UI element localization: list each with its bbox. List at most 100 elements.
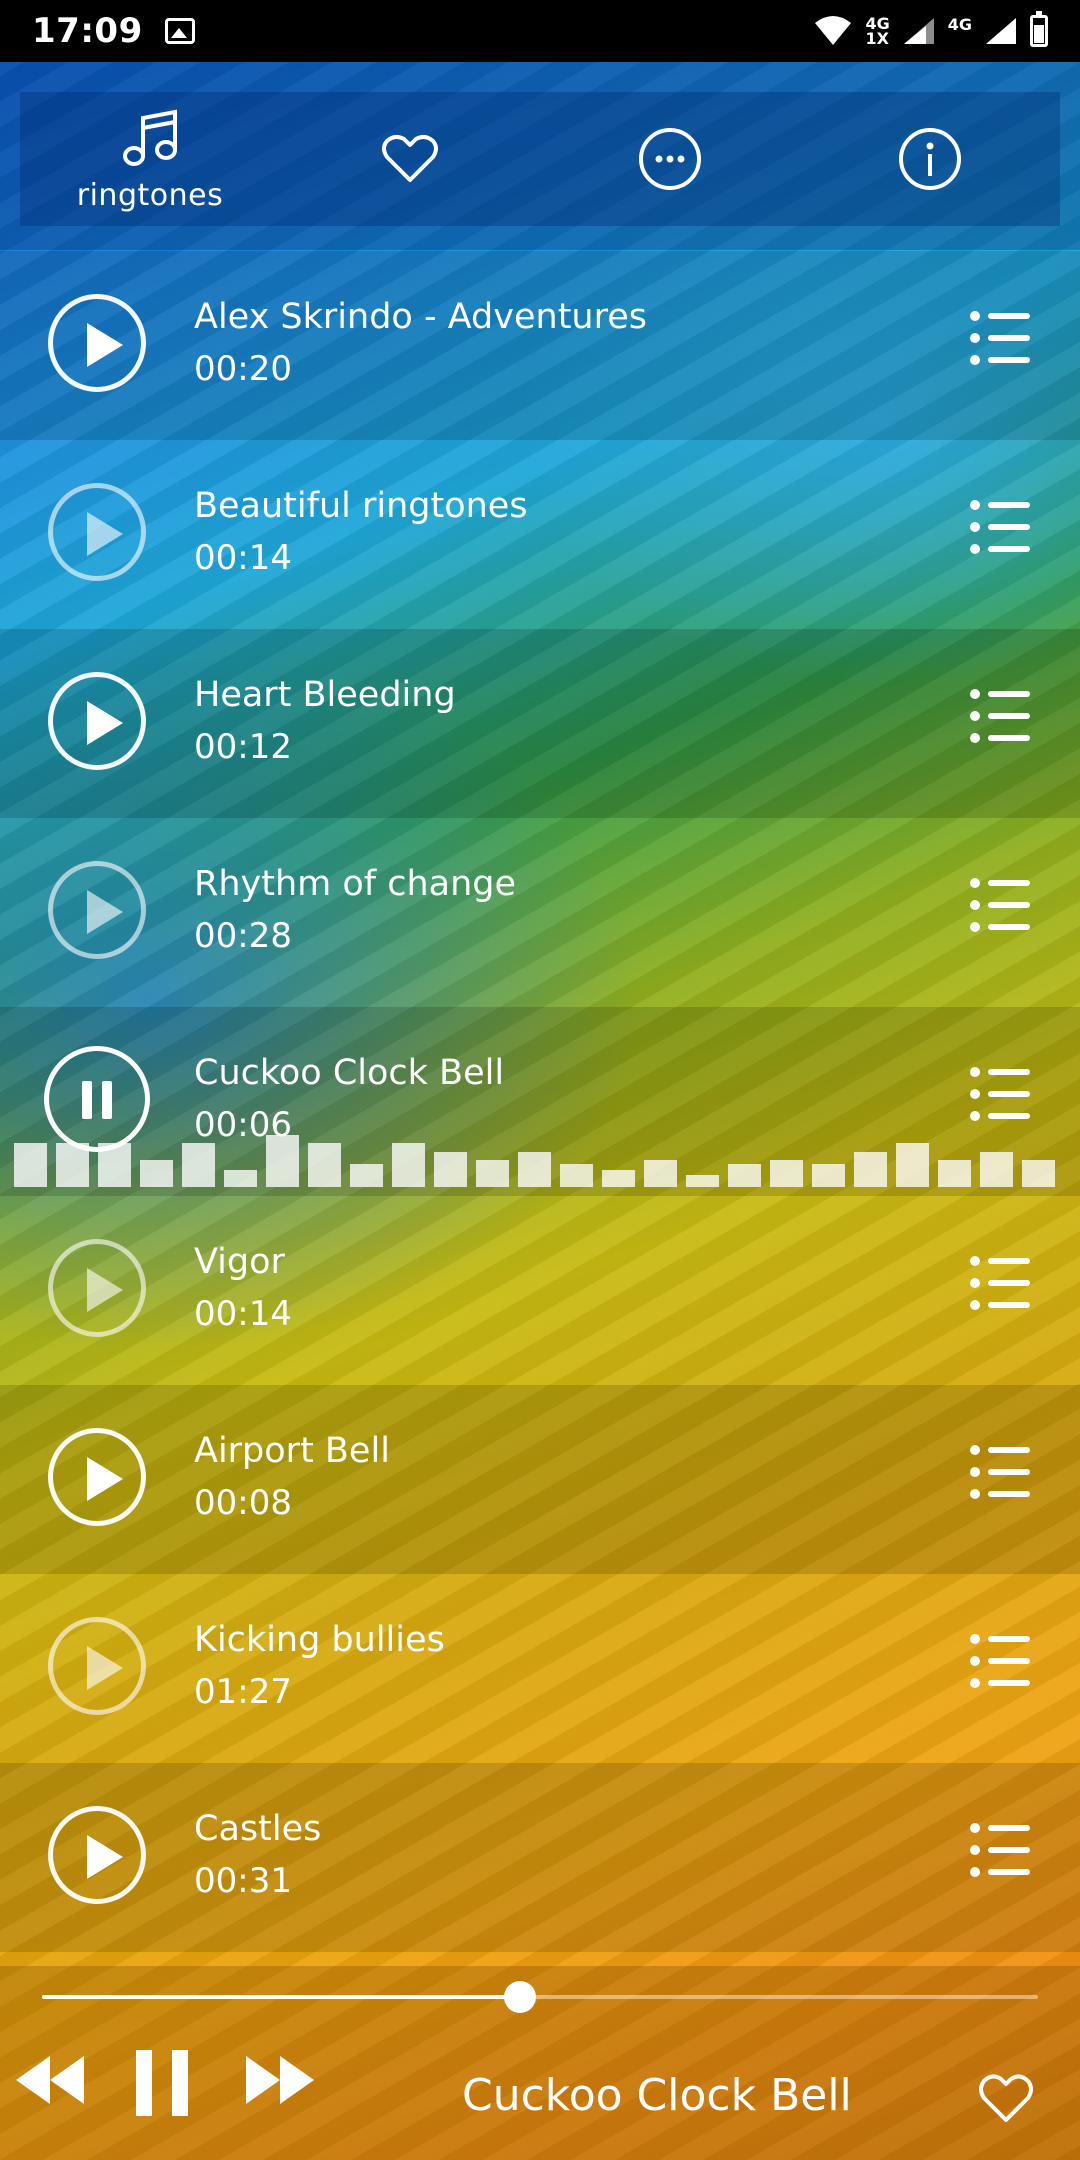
player-bar: Cuckoo Clock Bell	[0, 1966, 1080, 2160]
song-title: Airport Bell	[194, 1431, 390, 1471]
song-menu-icon[interactable]	[970, 1632, 1030, 1692]
rewind-button[interactable]	[12, 2050, 88, 2110]
info-icon	[899, 128, 961, 190]
equalizer-bar	[728, 1164, 761, 1187]
equalizer-bar	[602, 1170, 635, 1187]
play-button[interactable]	[48, 672, 146, 770]
song-duration: 00:14	[194, 1294, 292, 1334]
equalizer-bar	[896, 1143, 929, 1187]
equalizer-bar	[476, 1160, 509, 1187]
equalizer-bar	[560, 1164, 593, 1187]
song-row-2[interactable]: Heart Bleeding 00:12	[0, 629, 1080, 818]
play-button[interactable]	[48, 483, 146, 581]
tab-ringtones[interactable]: ringtones	[20, 92, 280, 226]
header: ringtones	[0, 62, 1080, 250]
equalizer-bar	[308, 1143, 341, 1187]
music-note-icon	[123, 109, 177, 166]
status-bar: 17:09 4G 1X 4G	[0, 0, 1080, 62]
song-title: Cuckoo Clock Bell	[194, 1053, 505, 1093]
equalizer-bar	[140, 1160, 173, 1187]
equalizer-bar	[854, 1152, 887, 1187]
song-menu-icon[interactable]	[970, 1443, 1030, 1503]
equalizer-bar	[14, 1143, 47, 1187]
fast-forward-button[interactable]	[242, 2050, 318, 2110]
more-dots-icon	[639, 128, 701, 190]
equalizer-bar	[518, 1152, 551, 1187]
play-button[interactable]	[48, 1428, 146, 1526]
song-duration: 01:27	[194, 1672, 292, 1712]
equalizer-bar	[686, 1175, 719, 1187]
tab-ringtones-label: ringtones	[76, 177, 224, 213]
equalizer-bar	[392, 1143, 425, 1187]
tab-bar: ringtones	[20, 92, 1060, 226]
song-duration: 00:28	[194, 916, 292, 956]
play-button[interactable]	[48, 1806, 146, 1904]
song-duration: 00:08	[194, 1483, 292, 1523]
seek-thumb[interactable]	[504, 1981, 537, 2013]
play-button[interactable]	[48, 1239, 146, 1337]
equalizer-bar	[350, 1164, 383, 1187]
equalizer-bar	[644, 1160, 677, 1187]
song-row-5[interactable]: Vigor 00:14	[0, 1196, 1080, 1385]
play-button[interactable]	[48, 294, 146, 392]
song-duration: 00:31	[194, 1861, 292, 1901]
song-title: Kicking bullies	[194, 1620, 445, 1660]
equalizer-bar	[98, 1143, 131, 1187]
equalizer-bar	[938, 1160, 971, 1187]
now-playing-title: Cuckoo Clock Bell	[462, 2070, 852, 2121]
play-button[interactable]	[48, 1617, 146, 1715]
seek-bar[interactable]	[42, 1981, 1038, 2013]
song-row-3[interactable]: Rhythm of change 00:28	[0, 818, 1080, 1007]
status-icons: 4G 1X 4G	[813, 11, 1048, 48]
song-title: Alex Skrindo - Adventures	[194, 297, 647, 337]
status-time: 17:09	[32, 11, 143, 51]
favorite-button[interactable]	[976, 2070, 1036, 2128]
signal-icon-2	[986, 18, 1016, 44]
signal-icon-1	[903, 18, 934, 44]
song-title: Vigor	[194, 1242, 285, 1282]
song-row-1[interactable]: Beautiful ringtones 00:14	[0, 440, 1080, 629]
equalizer-bar	[224, 1170, 257, 1187]
equalizer-bar	[770, 1160, 803, 1187]
song-menu-icon[interactable]	[970, 498, 1030, 558]
song-menu-icon[interactable]	[970, 687, 1030, 747]
song-duration: 00:12	[194, 727, 292, 767]
song-menu-icon[interactable]	[970, 876, 1030, 936]
gallery-notification-icon	[164, 18, 195, 44]
song-duration: 00:20	[194, 349, 292, 389]
song-title: Heart Bleeding	[194, 675, 456, 715]
song-title: Beautiful ringtones	[194, 486, 528, 526]
heart-icon	[382, 134, 438, 182]
song-title: Rhythm of change	[194, 864, 517, 904]
equalizer-bar	[266, 1135, 299, 1187]
equalizer-bar	[1022, 1160, 1055, 1187]
heart-icon	[979, 2074, 1033, 2122]
song-title: Castles	[194, 1809, 322, 1849]
equalizer-visualizer	[14, 1111, 1066, 1187]
song-menu-icon[interactable]	[970, 309, 1030, 369]
tab-info[interactable]	[800, 92, 1060, 226]
song-menu-icon[interactable]	[970, 1821, 1030, 1881]
song-row-0[interactable]: Alex Skrindo - Adventures 00:20	[0, 251, 1080, 440]
fast-forward-icon	[246, 2056, 314, 2104]
battery-icon	[1030, 11, 1048, 47]
song-menu-icon[interactable]	[970, 1254, 1030, 1314]
tab-more[interactable]	[540, 92, 800, 226]
song-row-8[interactable]: Castles 00:31	[0, 1763, 1080, 1952]
tab-favorites[interactable]	[280, 92, 540, 226]
equalizer-bar	[434, 1152, 467, 1187]
rewind-icon	[16, 2056, 84, 2104]
song-duration: 00:14	[194, 538, 292, 578]
equalizer-bar	[980, 1152, 1013, 1187]
song-row-7[interactable]: Kicking bullies 01:27	[0, 1574, 1080, 1763]
equalizer-bar	[182, 1143, 215, 1187]
song-row-6[interactable]: Airport Bell 00:08	[0, 1385, 1080, 1574]
equalizer-bar	[56, 1143, 89, 1187]
ringtone-list: Alex Skrindo - Adventures 00:20 Beautifu…	[0, 251, 1080, 1952]
network-type-1-bottom: 1X	[865, 29, 889, 48]
equalizer-bar	[812, 1164, 845, 1187]
play-button[interactable]	[48, 861, 146, 959]
pause-icon	[136, 2050, 188, 2116]
pause-player-button[interactable]	[134, 2050, 190, 2116]
wifi-icon	[815, 16, 852, 45]
